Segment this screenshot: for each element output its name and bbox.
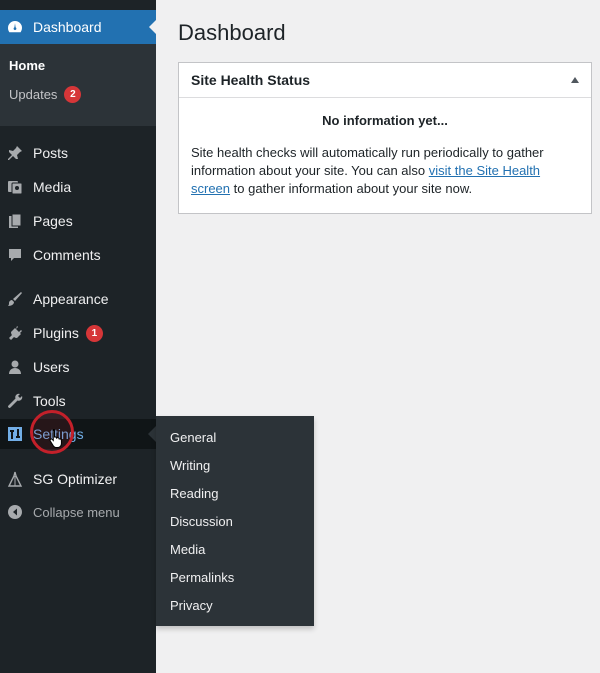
updates-count-badge: 2: [64, 86, 82, 103]
menu-item-sg-optimizer[interactable]: SG Optimizer: [0, 464, 156, 494]
pin-icon: [7, 145, 23, 161]
hand-pointer-cursor-icon: [49, 429, 62, 448]
pages-icon: [7, 213, 23, 229]
menu-label-posts: Posts: [33, 145, 69, 161]
plugins-update-badge: 1: [85, 324, 103, 342]
dashboard-icon: [7, 19, 23, 35]
menu-label-dashboard: Dashboard: [33, 19, 102, 35]
flyout-item-general[interactable]: General: [170, 430, 216, 445]
menu-item-plugins[interactable]: Plugins 1: [0, 318, 156, 348]
flyout-item-permalinks[interactable]: Permalinks: [170, 570, 234, 585]
menu-label-users: Users: [33, 359, 70, 375]
menu-item-comments[interactable]: Comments: [0, 240, 156, 270]
menu-item-settings[interactable]: Settings: [0, 419, 156, 449]
menu-label-appearance: Appearance: [33, 291, 109, 307]
tools-icon: [7, 393, 23, 409]
menu-label-pages: Pages: [33, 213, 73, 229]
collapse-arrow-icon: [7, 504, 23, 520]
collapse-toggle-icon[interactable]: [571, 77, 579, 83]
media-icon: [7, 179, 23, 195]
submenu-item-home[interactable]: Home: [9, 58, 45, 73]
menu-item-tools[interactable]: Tools: [0, 386, 156, 416]
users-icon: [7, 359, 23, 375]
collapse-menu-button[interactable]: Collapse menu: [0, 497, 156, 527]
settings-icon: [7, 426, 23, 442]
collapse-menu-label: Collapse menu: [33, 504, 120, 520]
comments-icon: [7, 247, 23, 263]
site-health-description: Site health checks will automatically ru…: [191, 144, 579, 198]
site-health-status-widget: Site Health Status No information yet...…: [178, 62, 592, 214]
widget-title: Site Health Status: [191, 72, 311, 88]
flyout-item-reading[interactable]: Reading: [170, 486, 218, 501]
menu-item-posts[interactable]: Posts: [0, 138, 156, 168]
menu-item-appearance[interactable]: Appearance: [0, 284, 156, 314]
dashboard-submenu: Home Updates 2: [0, 44, 156, 126]
updates-label: Updates: [9, 87, 58, 102]
menu-label-tools: Tools: [33, 393, 66, 409]
menu-item-media[interactable]: Media: [0, 172, 156, 202]
menu-label-comments: Comments: [33, 247, 101, 263]
menu-item-dashboard[interactable]: Dashboard: [0, 10, 157, 44]
menu-label-media: Media: [33, 179, 72, 195]
admin-sidebar: Dashboard Home Updates 2 Posts Media Pag…: [0, 0, 157, 673]
sg-optimizer-icon: [7, 471, 23, 487]
page-title: Dashboard: [178, 20, 286, 45]
settings-flyout-menu: General Writing Reading Discussion Media…: [156, 416, 314, 626]
menu-item-users[interactable]: Users: [0, 352, 156, 382]
current-indicator: [149, 19, 157, 35]
appearance-icon: [7, 291, 23, 307]
plugins-icon: [7, 325, 23, 341]
widget-header[interactable]: Site Health Status: [179, 63, 591, 98]
submenu-item-updates[interactable]: Updates 2: [9, 86, 82, 103]
no-information-message: No information yet...: [322, 113, 448, 128]
flyout-item-media[interactable]: Media: [170, 542, 205, 557]
menu-item-pages[interactable]: Pages: [0, 206, 156, 236]
flyout-item-privacy[interactable]: Privacy: [170, 598, 213, 613]
flyout-pointer: [148, 426, 156, 442]
description-text-after: to gather information about your site no…: [230, 181, 473, 196]
menu-label-plugins: Plugins: [33, 325, 79, 341]
menu-label-sg-optimizer: SG Optimizer: [33, 471, 118, 487]
flyout-item-discussion[interactable]: Discussion: [170, 514, 233, 529]
flyout-item-writing[interactable]: Writing: [170, 458, 210, 473]
